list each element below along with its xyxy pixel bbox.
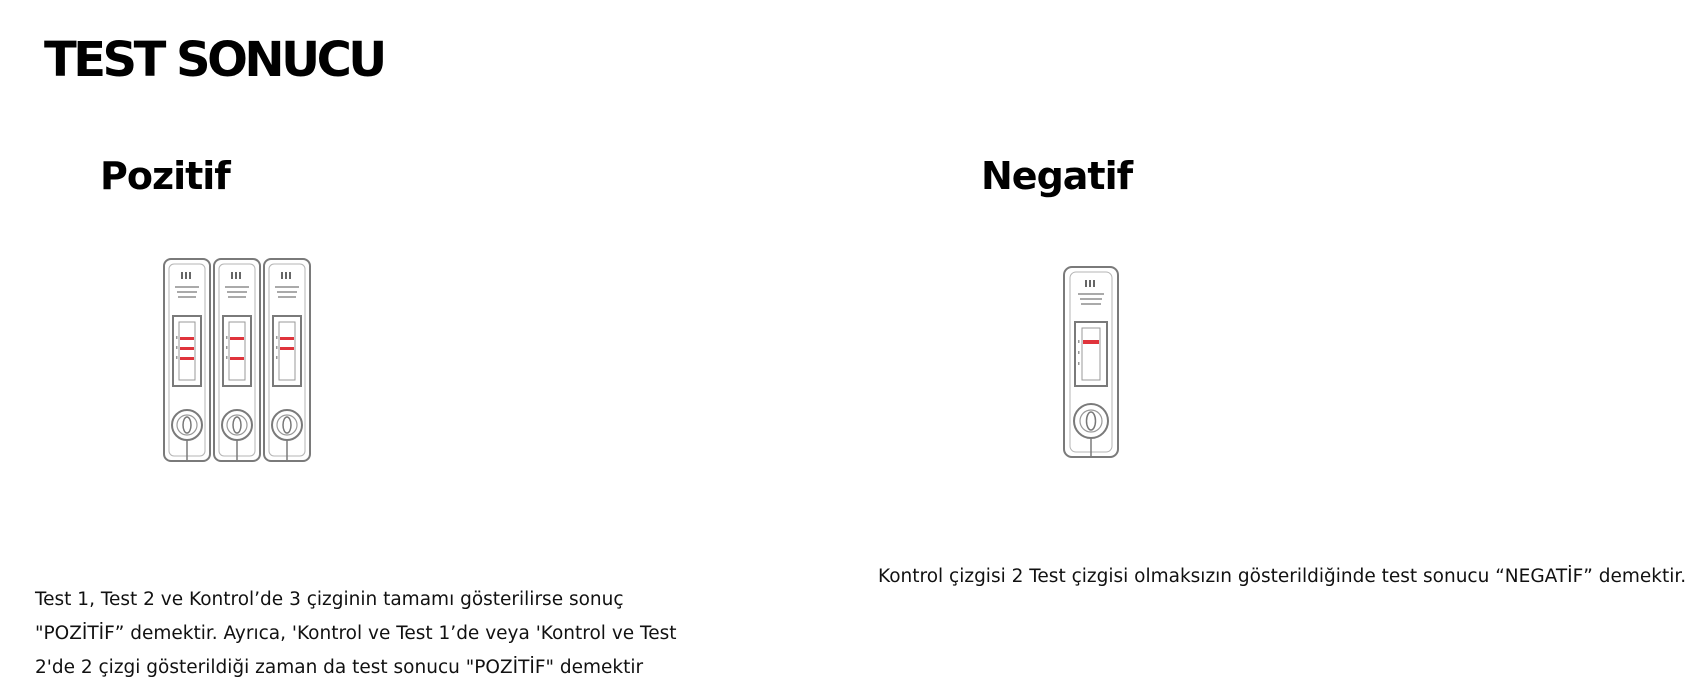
positive-description-line: Test 1, Test 2 ve Kontrol’de 3 çizginin … (35, 589, 624, 610)
page-title: TEST SONUCU (44, 32, 387, 88)
negative-description: Kontrol çizgisi 2 Test çizgisi olmaksızı… (878, 566, 1687, 587)
test2-line-mark (180, 357, 194, 360)
control-line-mark (180, 337, 194, 340)
covid-test-cassette-negative-icon (1063, 266, 1119, 458)
control-line-mark (280, 337, 294, 340)
control-line-mark (230, 337, 244, 340)
positive-description-line: 2'de 2 çizgi gösterildiği zaman da test … (35, 657, 644, 678)
test1-line-mark (280, 347, 294, 350)
test1-line-mark (180, 347, 194, 350)
positive-heading: Pozitif (100, 154, 231, 198)
positive-description: Test 1, Test 2 ve Kontrol’de 3 çizginin … (35, 583, 685, 685)
covid-test-cassettes-positive-icon (163, 258, 311, 462)
control-line-mark (1083, 340, 1099, 344)
positive-description-line: "POZİTİF” demektir. Ayrıca, 'Kontrol ve … (35, 623, 677, 644)
test2-line-mark (230, 357, 244, 360)
negative-heading: Negatif (981, 154, 1133, 198)
